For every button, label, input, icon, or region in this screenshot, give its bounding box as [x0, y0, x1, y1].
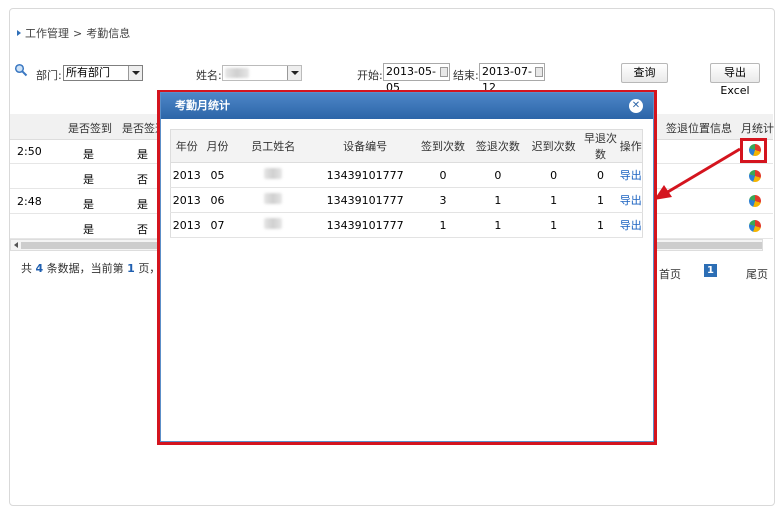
start-date-input[interactable]: 2013-05-05	[383, 63, 450, 94]
name-select[interactable]	[222, 65, 302, 81]
cell-sign-in-count: 0	[416, 162, 470, 188]
cell-sign-out-count: 1	[469, 187, 526, 213]
name-label: 姓名:	[196, 69, 222, 82]
table-row: 2013 05 13439101777 0 0 0 0 导出	[170, 162, 643, 188]
cell-late-count: 0	[525, 162, 582, 188]
last-page-link[interactable]: 尾页	[746, 266, 768, 282]
cell-month: 06	[202, 187, 233, 213]
pager-current: 1	[127, 262, 135, 275]
pager-prefix: 共	[21, 262, 32, 275]
cell-month: 07	[202, 212, 233, 238]
pie-chart-icon[interactable]	[749, 220, 761, 232]
table-cell-signed-out: 是	[137, 148, 148, 161]
table-cell-signed-in: 是	[83, 198, 94, 211]
column-header-device-id: 设备编号	[314, 129, 417, 163]
pie-chart-icon[interactable]	[749, 195, 761, 207]
cell-year: 2013	[170, 212, 203, 238]
column-header-sign-in-count: 签到次数	[416, 129, 470, 163]
table-row: 2013 07 13439101777 1 1 1 1 导出	[170, 212, 643, 238]
calendar-icon[interactable]	[535, 67, 543, 77]
cell-late-count: 1	[525, 212, 582, 238]
name-select-value	[225, 68, 249, 78]
table-cell-time: 2:48	[17, 195, 42, 208]
search-icon	[14, 63, 28, 77]
export-link[interactable]: 导出	[619, 162, 643, 188]
column-header-month: 月份	[202, 129, 233, 163]
column-header-employee-name: 员工姓名	[232, 129, 315, 163]
page-number-button[interactable]: 1	[704, 264, 717, 277]
end-date-input[interactable]: 2013-07-12	[479, 63, 545, 94]
cell-early-leave-count: 1	[581, 212, 620, 238]
breadcrumb: 工作管理 > 考勤信息	[17, 25, 130, 41]
column-header-sign-out-count: 签退次数	[469, 129, 526, 163]
export-link[interactable]: 导出	[619, 187, 643, 213]
table-cell-signed-in: 是	[83, 223, 94, 236]
pager-total: 4	[35, 262, 44, 275]
cell-sign-out-count: 0	[469, 162, 526, 188]
column-header-late-count: 迟到次数	[525, 129, 582, 163]
column-header-action: 操作	[619, 129, 643, 163]
modal-title-bar[interactable]: 考勤月统计 ✕	[161, 93, 653, 119]
monthly-stats-table: 年份 月份 员工姓名 设备编号 签到次数 签退次数 迟到次数 早退次数 操作 2…	[170, 129, 643, 238]
scroll-left-icon[interactable]	[14, 242, 18, 248]
cell-employee-name	[232, 162, 315, 188]
cell-late-count: 1	[525, 187, 582, 213]
first-page-link[interactable]: 首页	[659, 266, 681, 282]
export-link[interactable]: 导出	[619, 212, 643, 238]
cell-sign-out-count: 1	[469, 212, 526, 238]
cell-employee-name	[232, 212, 315, 238]
cell-employee-name	[232, 187, 315, 213]
breadcrumb-root[interactable]: 工作管理	[25, 25, 69, 41]
column-header-signout-location: 签退位置信息	[666, 122, 732, 135]
chevron-down-icon	[287, 66, 301, 80]
modal-title: 考勤月统计	[175, 99, 230, 112]
breadcrumb-current: 考勤信息	[86, 27, 131, 40]
department-select[interactable]: 所有部门	[63, 65, 143, 81]
cell-year: 2013	[170, 162, 203, 188]
calendar-icon[interactable]	[440, 67, 448, 77]
cell-device-id: 13439101777	[314, 187, 417, 213]
cell-early-leave-count: 0	[581, 162, 620, 188]
cell-year: 2013	[170, 187, 203, 213]
pager-mid: 条数据，当前第	[46, 262, 124, 275]
query-button[interactable]: 查询	[621, 63, 668, 83]
cell-device-id: 13439101777	[314, 212, 417, 238]
cell-sign-in-count: 3	[416, 187, 470, 213]
close-icon[interactable]: ✕	[629, 99, 643, 113]
table-row: 2013 06 13439101777 3 1 1 1 导出	[170, 187, 643, 213]
table-cell-signed-in: 是	[83, 148, 94, 161]
chevron-down-icon	[128, 66, 142, 80]
start-date-label: 开始:	[357, 69, 383, 82]
table-cell-time: 2:50	[17, 145, 42, 158]
column-header-year: 年份	[170, 129, 203, 163]
table-cell-signed-out: 是	[137, 198, 148, 211]
table-cell-signed-out: 否	[137, 173, 148, 186]
column-header-early-leave-count: 早退次数	[581, 129, 620, 163]
cell-sign-in-count: 1	[416, 212, 470, 238]
cell-month: 05	[202, 162, 233, 188]
breadcrumb-arrow-icon	[17, 30, 21, 36]
table-cell-signed-in: 是	[83, 173, 94, 186]
column-header-monthly-stats: 月统计	[741, 122, 774, 135]
end-date-label: 结束:	[453, 69, 479, 82]
column-header-signed-in: 是否签到	[68, 122, 112, 135]
department-select-value: 所有部门	[66, 66, 110, 79]
pie-chart-icon[interactable]	[749, 170, 761, 182]
table-cell-signed-out: 否	[137, 223, 148, 236]
table-header-row: 年份 月份 员工姓名 设备编号 签到次数 签退次数 迟到次数 早退次数 操作	[170, 129, 643, 163]
breadcrumb-separator: >	[73, 26, 83, 40]
export-excel-button[interactable]: 导出Excel	[710, 63, 760, 97]
cell-early-leave-count: 1	[581, 187, 620, 213]
department-label: 部门:	[36, 69, 62, 82]
annotation-arrow	[654, 147, 741, 200]
cell-device-id: 13439101777	[314, 162, 417, 188]
